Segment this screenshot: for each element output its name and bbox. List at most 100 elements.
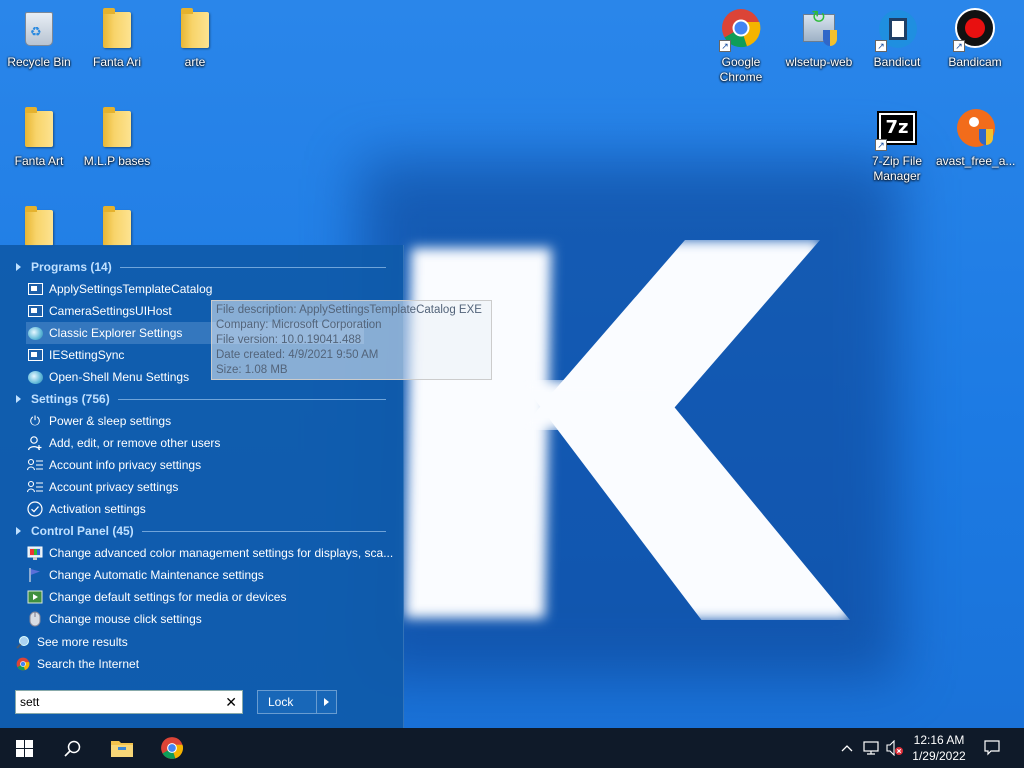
desktop-icon-fanta-ari[interactable]: Fanta Ari [78, 8, 156, 70]
desktop-icon-label: Fanta Ari [92, 55, 142, 69]
tooltip-company: Company: Microsoft Corporation [216, 319, 382, 331]
desktop-icon-mlp-bases[interactable]: M.L.P bases [78, 107, 156, 169]
taskbar-clock[interactable]: 12:16 AM 1/29/2022 [906, 732, 972, 764]
menu-item-label: CameraSettingsUIHost [49, 304, 172, 318]
clear-search-icon[interactable]: ✕ [225, 694, 237, 710]
chrome-icon [14, 655, 32, 673]
uac-shield-icon [823, 30, 837, 46]
folder-icon [103, 206, 131, 246]
menu-item-label: IESettingSync [49, 348, 125, 362]
menu-item-label: Change mouse click settings [49, 612, 202, 626]
start-search-box[interactable]: ✕ [15, 690, 243, 714]
mouse-icon [26, 610, 44, 628]
account-list-icon [26, 456, 44, 474]
taskbar-search-button[interactable] [48, 728, 96, 768]
chevron-up-icon [841, 745, 853, 752]
expand-triangle-icon [16, 527, 21, 535]
network-tray-button[interactable] [860, 728, 882, 768]
desktop-icon-label: arte [184, 55, 206, 69]
menu-item-label: Change advanced color management setting… [49, 546, 394, 560]
menu-item-default-media-settings[interactable]: Change default settings for media or dev… [26, 586, 394, 608]
shortcut-arrow-icon: ↗ [953, 40, 965, 52]
menu-item-label: ApplySettingsTemplateCatalog [49, 282, 213, 296]
section-header-control-panel[interactable]: Control Panel (45) [16, 522, 386, 540]
desktop-icon-7zip[interactable]: 7z ↗ 7-Zip File Manager [858, 107, 936, 184]
section-header-label: Settings (756) [31, 392, 110, 406]
menu-item-label: Add, edit, or remove other users [49, 436, 221, 450]
menu-item-label: Classic Explorer Settings [49, 326, 183, 340]
desktop-icon-arte[interactable]: arte [156, 8, 234, 70]
search-internet-link[interactable]: Search the Internet [14, 653, 139, 675]
section-header-label: Control Panel (45) [31, 524, 134, 538]
desktop-icon-fanta-art[interactable]: Fanta Art [0, 107, 78, 169]
lock-button[interactable]: Lock [257, 690, 337, 714]
menu-item-automatic-maintenance[interactable]: Change Automatic Maintenance settings [26, 564, 394, 586]
volume-muted-icon [886, 740, 903, 756]
see-more-results-link[interactable]: See more results [14, 631, 128, 653]
desktop-icon-label: Google Chrome [719, 55, 763, 84]
menu-item-label: Open-Shell Menu Settings [49, 370, 190, 384]
menu-item-apply-settings-template-catalog[interactable]: ApplySettingsTemplateCatalog [26, 278, 394, 300]
desktop-icon-label: avast_free_a... [936, 154, 1016, 168]
tooltip-description: File description: ApplySettingsTemplateC… [216, 304, 482, 316]
folder-icon [103, 107, 131, 147]
taskbar-chrome[interactable] [148, 728, 196, 768]
power-options-arrow-icon[interactable] [316, 691, 336, 713]
show-hidden-icons-button[interactable] [836, 728, 858, 768]
see-more-label: See more results [37, 635, 128, 649]
section-header-label: Programs (14) [31, 260, 112, 274]
search-magnifier-icon [14, 633, 32, 651]
network-icon [863, 741, 879, 755]
desktop-icon-label: M.L.P bases [83, 154, 151, 168]
desktop-icon-label: Bandicam [948, 55, 1002, 69]
desktop-icon-bandicut[interactable]: ↗ Bandicut [858, 8, 936, 70]
desktop-icon-label: wlsetup-web [785, 55, 853, 69]
clock-time: 12:16 AM [913, 733, 965, 747]
desktop-icon-bandicam[interactable]: ↗ Bandicam [936, 8, 1014, 70]
window-icon [26, 302, 44, 320]
menu-item-account-privacy[interactable]: Account privacy settings [26, 476, 394, 498]
desktop-icon-label: Bandicut [873, 55, 921, 69]
desktop-icon-label: Fanta Art [14, 154, 64, 168]
volume-tray-button[interactable] [884, 728, 906, 768]
section-header-settings[interactable]: Settings (756) [16, 390, 386, 408]
menu-item-mouse-click-settings[interactable]: Change mouse click settings [26, 608, 394, 630]
desktop-icon-avast[interactable]: avast_free_a... [936, 107, 1016, 169]
taskbar-file-explorer[interactable] [98, 728, 146, 768]
start-search-input[interactable] [20, 693, 220, 711]
search-internet-label: Search the Internet [37, 657, 140, 671]
notification-icon [984, 740, 1000, 756]
chrome-icon [161, 737, 184, 759]
menu-item-label: Activation settings [49, 502, 146, 516]
tooltip-date-created: Date created: 4/9/2021 9:50 AM [216, 349, 379, 361]
menu-item-account-info-privacy[interactable]: Account info privacy settings [26, 454, 394, 476]
desktop-icon-google-chrome[interactable]: ↗ Google Chrome [702, 8, 780, 85]
clock-date: 1/29/2022 [912, 749, 966, 763]
menu-item-label: Change default settings for media or dev… [49, 590, 287, 604]
person-icon [26, 434, 44, 452]
menu-item-power-sleep-settings[interactable]: ⏻ Power & sleep settings [26, 410, 394, 432]
start-button[interactable] [0, 728, 48, 768]
desktop-icon-label: Recycle Bin [7, 55, 71, 69]
action-center-button[interactable] [978, 728, 1006, 768]
expand-triangle-icon [16, 395, 21, 403]
desktop-icon-label: 7-Zip File Manager [871, 154, 922, 183]
flag-icon [26, 566, 44, 584]
windows-logo-icon [15, 739, 33, 757]
section-header-programs[interactable]: Programs (14) [16, 258, 386, 276]
desktop-icon-wlsetup-web[interactable]: ↻ wlsetup-web [780, 8, 858, 70]
power-icon: ⏻ [29, 413, 41, 428]
window-icon [26, 280, 44, 298]
menu-item-color-management[interactable]: Change advanced color management setting… [26, 542, 394, 564]
menu-item-label: Change Automatic Maintenance settings [49, 568, 264, 582]
shell-icon [26, 368, 44, 386]
checkmark-circle-icon [26, 500, 44, 518]
menu-item-add-edit-remove-users[interactable]: Add, edit, or remove other users [26, 432, 394, 454]
expand-triangle-icon [16, 263, 21, 271]
folder-icon [181, 8, 209, 48]
search-icon [63, 740, 80, 757]
menu-item-label: Power & sleep settings [49, 414, 172, 428]
menu-item-activation-settings[interactable]: Activation settings [26, 498, 394, 520]
lock-button-label: Lock [268, 695, 294, 709]
desktop-icon-recycle-bin[interactable]: ♻ Recycle Bin [0, 8, 78, 70]
